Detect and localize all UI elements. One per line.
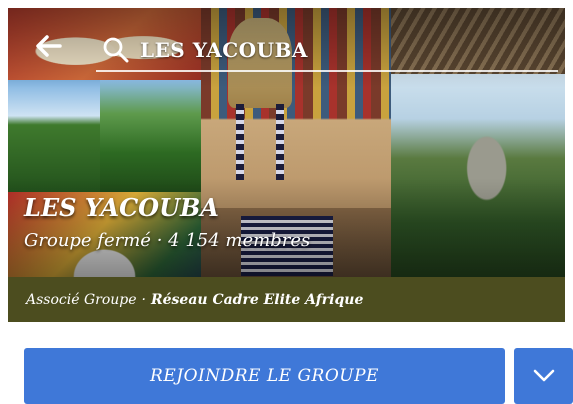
arrow-left-icon xyxy=(36,35,62,57)
meta-separator: · xyxy=(156,230,163,251)
join-group-button[interactable]: REJOINDRE LE GROUPE xyxy=(24,348,505,404)
join-options-button[interactable] xyxy=(514,348,573,404)
associated-org-link[interactable]: Réseau Cadre Elite Afrique xyxy=(151,292,363,308)
cover-photo-landscape xyxy=(8,80,100,192)
chevron-down-icon xyxy=(533,369,554,382)
group-title: LES YACOUBA xyxy=(24,193,219,222)
cover-dancer-stilt xyxy=(276,104,284,180)
associated-separator: · xyxy=(141,291,146,308)
group-privacy: Groupe fermé xyxy=(24,230,151,251)
back-button[interactable] xyxy=(28,28,68,64)
group-meta: Groupe fermé · 4 154 membres xyxy=(24,230,310,251)
search-query[interactable]: LES YACOUBA xyxy=(140,38,308,62)
member-count[interactable]: 4 154 membres xyxy=(168,230,310,251)
associated-group-bar[interactable]: Associé Groupe · Réseau Cadre Elite Afri… xyxy=(8,277,565,322)
group-page: LES YACOUBA LES YACOUBA Groupe fermé · 4… xyxy=(0,0,573,404)
search-bar[interactable]: LES YACOUBA xyxy=(96,30,558,72)
associated-label: Associé Groupe xyxy=(26,291,137,308)
cover-photo-forest xyxy=(100,80,201,192)
cover-dancer-stilt xyxy=(236,104,244,180)
search-icon xyxy=(103,37,129,63)
join-group-label: REJOINDRE LE GROUPE xyxy=(150,366,379,386)
